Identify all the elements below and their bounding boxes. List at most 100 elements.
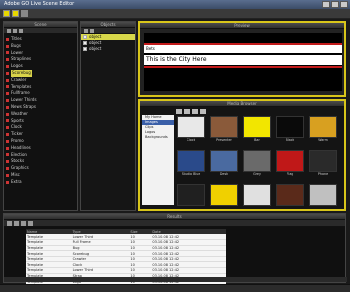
scene-tree-panel: Scene Titles Bugs Lower Straplines Logos Scor…: [3, 21, 78, 211]
tree-item[interactable]: Bugs: [6, 43, 75, 50]
tree-item-label: Straplines: [11, 56, 32, 62]
media-thumbnail[interactable]: Studio Blue: [176, 150, 206, 180]
back-icon[interactable]: [176, 109, 182, 114]
tree-item[interactable]: Straplines: [6, 56, 75, 63]
tree-item[interactable]: Clock: [6, 124, 75, 131]
media-thumbnail[interactable]: Clock: [176, 116, 206, 146]
new-icon[interactable]: [3, 10, 10, 17]
object-item[interactable]: object: [81, 46, 135, 52]
node-icon: [6, 65, 9, 69]
thumbnail-image: [276, 116, 304, 138]
thumbnail-image: [276, 184, 304, 206]
add-icon[interactable]: [7, 28, 11, 33]
tree-item[interactable]: Sports: [6, 118, 75, 125]
save-icon[interactable]: [21, 10, 28, 17]
media-thumbnail[interactable]: [242, 184, 272, 214]
tree-item[interactable]: Titles: [6, 36, 75, 43]
preview-line-2: This is the City Here: [144, 55, 342, 65]
node-icon: [6, 167, 9, 171]
node-icon: [6, 78, 9, 82]
maximize-button[interactable]: [331, 1, 339, 8]
remove-icon[interactable]: [90, 28, 94, 33]
media-thumbnail[interactable]: [176, 184, 206, 214]
tree-item[interactable]: Graphics: [6, 165, 75, 172]
tree-item-label: Stocks: [11, 158, 25, 164]
node-icon: [6, 126, 9, 130]
open-icon[interactable]: [12, 10, 19, 17]
checkbox[interactable]: [83, 35, 87, 39]
tree-item[interactable]: Crawler: [6, 77, 75, 84]
tree-item[interactable]: Lower Thirds: [6, 97, 75, 104]
tree-item[interactable]: Stocks: [6, 158, 75, 165]
window-title-bar: Adobe GO Live Scene Editor: [0, 0, 350, 9]
media-thumbnail[interactable]: Black: [275, 116, 305, 146]
media-thumbnail[interactable]: Desk: [209, 150, 239, 180]
media-thumbnail[interactable]: [275, 184, 305, 214]
tree-item[interactable]: Lower: [6, 50, 75, 57]
media-thumbnail[interactable]: Presenter: [209, 116, 239, 146]
tree-item-label: Lower Thirds: [11, 97, 37, 103]
forward-icon[interactable]: [184, 109, 190, 114]
tree-item[interactable]: Headlines: [6, 145, 75, 152]
remove-icon[interactable]: [13, 28, 17, 33]
refresh-icon[interactable]: [19, 28, 23, 33]
node-icon: [6, 71, 9, 75]
preview-canvas[interactable]: Bets This is the City Here: [144, 33, 342, 91]
node-icon: [6, 173, 9, 177]
media-thumbnail[interactable]: Flag: [275, 150, 305, 180]
tree-item[interactable]: Weather: [6, 111, 75, 118]
tree-item[interactable]: Election: [6, 152, 75, 159]
tree-item[interactable]: Templates: [6, 84, 75, 91]
search-icon[interactable]: [21, 220, 26, 226]
window-title: Adobe GO Live Scene Editor: [4, 1, 75, 7]
thumbnail-image: [309, 116, 337, 138]
thumbnail-image: [210, 116, 238, 138]
thumbnail-caption: Bar: [254, 138, 260, 142]
tree-item[interactable]: Scorebug: [6, 69, 75, 77]
add-icon[interactable]: [84, 28, 88, 33]
media-thumbnail[interactable]: [209, 184, 239, 214]
tree-item[interactable]: Extra: [6, 179, 75, 186]
export-icon[interactable]: [28, 220, 33, 226]
sort-icon[interactable]: [14, 220, 19, 226]
objects-panel: Objects object object object: [80, 21, 136, 211]
thumbnail-image: [210, 184, 238, 206]
node-icon: [6, 119, 9, 123]
tree-item[interactable]: Logos: [6, 63, 75, 70]
thumbnail-image: [243, 150, 271, 172]
media-browser-panel: Media Browser My Home Images Clips Logos Bac…: [138, 99, 346, 211]
tree-item[interactable]: Ticker: [6, 131, 75, 138]
tree-item[interactable]: Fullframe: [6, 90, 75, 97]
tree-item-label: News Straps: [11, 103, 36, 109]
node-icon: [6, 153, 9, 157]
media-thumbnail[interactable]: Bar: [242, 116, 272, 146]
tree-item-label: Titles: [11, 36, 22, 41]
tree-item[interactable]: Misc: [6, 172, 75, 179]
close-button[interactable]: [340, 1, 348, 8]
checkbox[interactable]: [83, 41, 87, 45]
tree-item-label: Clock: [11, 124, 22, 130]
thumbnail-image: [309, 184, 337, 206]
up-icon[interactable]: [192, 109, 198, 114]
objects-list: object object object: [81, 34, 135, 52]
node-icon: [6, 51, 9, 55]
checkbox[interactable]: [83, 47, 87, 51]
thumbnail-caption: Flag: [286, 172, 294, 176]
media-thumbnail[interactable]: Phone: [308, 150, 338, 180]
media-thumbnail[interactable]: [308, 184, 338, 214]
panel-title: Media Browser: [140, 101, 344, 107]
media-thumbnail[interactable]: Grey: [242, 150, 272, 180]
filter-icon[interactable]: [7, 220, 12, 226]
tree-item[interactable]: Promo: [6, 138, 75, 145]
tree-item[interactable]: News Straps: [6, 104, 75, 111]
thumbnail-image: [177, 150, 205, 172]
thumbnail-image: [177, 116, 205, 138]
thumbnail-caption: Phone: [317, 172, 329, 176]
media-thumbnail[interactable]: Warm: [308, 116, 338, 146]
folder-item[interactable]: Backgrounds: [142, 135, 174, 140]
tree-item-label: Promo: [11, 137, 24, 143]
minimize-button[interactable]: [322, 1, 330, 8]
object-label: object: [89, 46, 102, 51]
view-icon[interactable]: [200, 109, 206, 114]
results-panel: Results Name Type Size Date Template Lower Th…: [3, 213, 347, 285]
